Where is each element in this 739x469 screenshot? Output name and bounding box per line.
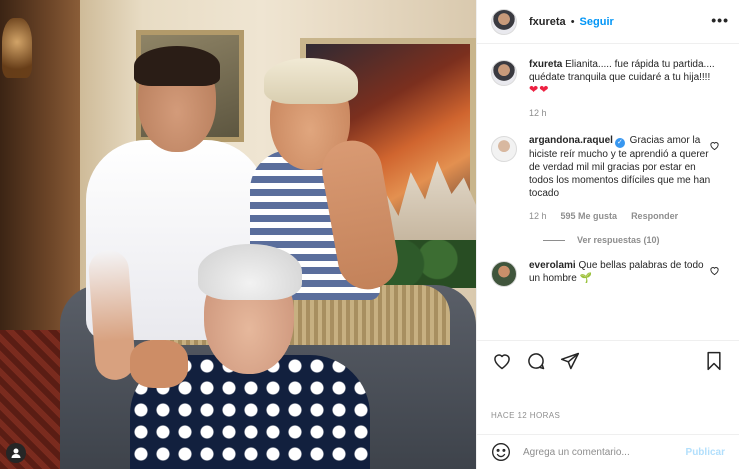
caption-meta: 12 h [529,107,715,120]
verified-badge-icon: ✓ [614,138,625,148]
woman-hair [264,58,358,104]
view-replies-button[interactable]: Ver respuestas (10) [543,235,725,245]
comment-button[interactable] [525,350,547,372]
wall-lamp [2,18,32,78]
header-username[interactable]: fxureta [529,16,566,28]
save-button[interactable] [703,350,725,372]
divider [543,239,565,241]
man-hair [134,46,220,86]
heart-icon [710,267,719,276]
action-bar [477,340,739,380]
post-panel: fxureta • Seguir ••• fxureta Elianita...… [476,0,739,469]
reply-button[interactable]: Responder [631,210,678,223]
publish-button[interactable]: Publicar [686,447,725,458]
view-replies-label: Ver respuestas (10) [577,235,660,245]
comment-like-button[interactable] [709,263,721,276]
comment-icon [528,352,545,369]
seedling-emoji: 🌱 [579,273,593,284]
comment-username[interactable]: argandona.raquel [529,135,613,146]
comment-time[interactable]: 12 h [529,210,547,223]
post-timestamp[interactable]: HACE 12 HORAS [491,411,560,420]
post-photo[interactable] [0,0,476,469]
caption-time[interactable]: 12 h [529,107,547,120]
elder-hair [198,244,302,300]
like-button[interactable] [491,350,513,372]
heart-emoji: ❤❤ [529,84,550,96]
caption-username[interactable]: fxureta [529,59,562,70]
comment-likes[interactable]: 595 Me gusta [561,210,618,223]
comment-input[interactable] [523,446,686,458]
emoji-icon [492,443,510,461]
more-options-icon[interactable]: ••• [711,12,729,28]
avatar[interactable] [491,60,517,86]
avatar[interactable] [491,136,517,162]
caption: fxureta Elianita..... fue rápida tu part… [491,58,725,120]
heart-icon [710,142,719,151]
heart-icon [494,353,510,369]
man-hand [130,340,188,388]
user-icon [11,448,21,458]
emoji-button[interactable] [491,442,511,462]
comments-list[interactable]: fxureta Elianita..... fue rápida tu part… [477,58,739,335]
follow-button[interactable]: Seguir [580,16,614,28]
comment-like-button[interactable] [709,138,721,151]
comment-username[interactable]: everolami [529,260,576,271]
bookmark-icon [707,351,721,370]
post-header: fxureta • Seguir ••• [477,0,739,44]
list-item: everolami Que bellas palabras de todo un… [491,259,725,287]
list-item: argandona.raquel ✓ Gracias amor la hicist… [491,134,725,223]
comment-meta: 12 h 595 Me gusta Responder [529,210,715,223]
avatar[interactable] [491,261,517,287]
add-comment-bar: Publicar [477,434,739,469]
share-button[interactable] [559,350,581,372]
separator-dot: • [570,15,575,28]
tagged-users-button[interactable] [6,443,26,463]
avatar[interactable] [491,8,517,35]
share-icon [560,352,580,369]
